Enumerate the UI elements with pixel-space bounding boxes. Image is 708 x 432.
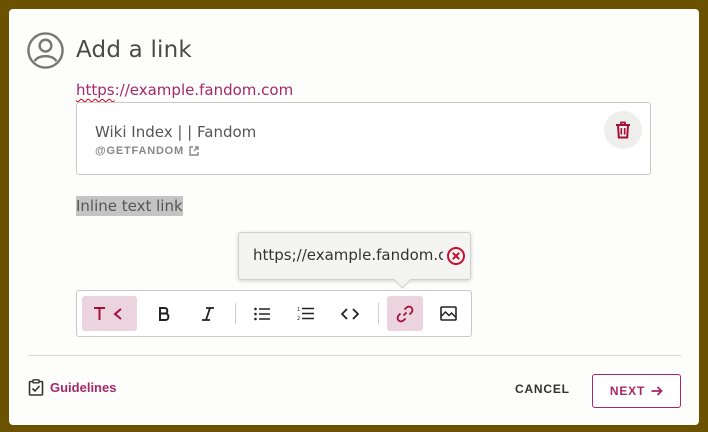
next-button[interactable]: NEXT — [592, 374, 681, 408]
svg-text:2: 2 — [297, 316, 300, 321]
url-scheme-misspelled: https — [76, 81, 115, 99]
image-button[interactable] — [431, 296, 466, 331]
code-button[interactable] — [332, 296, 367, 331]
external-link-icon[interactable] — [189, 146, 199, 156]
bulleted-list-button[interactable] — [244, 296, 279, 331]
numbered-list-icon: 1 2 — [297, 307, 314, 321]
link-url-input[interactable] — [253, 246, 443, 264]
text-style-icon — [93, 306, 122, 320]
link-icon — [396, 305, 414, 322]
clipboard-check-icon — [28, 379, 44, 396]
bold-icon — [158, 306, 169, 321]
preview-site: @GETFANDOM — [95, 145, 199, 157]
user-avatar-icon — [27, 32, 64, 69]
italic-icon — [201, 306, 214, 321]
link-button[interactable] — [387, 296, 423, 331]
clear-url-icon[interactable] — [446, 246, 466, 266]
toolbar-separator — [235, 303, 236, 324]
italic-button[interactable] — [190, 296, 225, 331]
next-label: NEXT — [609, 384, 646, 398]
bulleted-list-icon — [253, 307, 270, 320]
remove-preview-button[interactable] — [604, 111, 642, 149]
trash-icon — [616, 121, 630, 139]
url-rest: ://example.fandom.com — [114, 81, 294, 99]
toolbar-separator — [378, 303, 379, 324]
footer-divider — [28, 355, 681, 356]
cancel-button[interactable]: CANCEL — [515, 382, 570, 396]
svg-text:1: 1 — [297, 307, 300, 313]
link-preview-card: Wiki Index | | Fandom @GETFANDOM — [76, 102, 651, 175]
formatting-toolbar: 1 2 — [76, 290, 472, 337]
preview-site-label: @GETFANDOM — [95, 145, 185, 157]
guidelines-link[interactable]: Guidelines — [28, 379, 116, 396]
preview-title: Wiki Index | | Fandom — [95, 123, 257, 141]
guidelines-label: Guidelines — [50, 380, 117, 395]
text-style-button[interactable] — [82, 296, 137, 331]
image-icon — [440, 306, 457, 321]
link-url[interactable]: https://example.fandom.com — [76, 81, 293, 99]
numbered-list-button[interactable]: 1 2 — [288, 296, 323, 331]
link-url-popover — [238, 232, 471, 280]
inline-text-link[interactable]: Inline text link — [76, 196, 183, 216]
bold-button[interactable] — [146, 296, 181, 331]
arrow-right-icon — [651, 386, 663, 396]
add-link-dialog: Add a link https://example.fandom.com Wi… — [9, 9, 699, 425]
dialog-title: Add a link — [76, 37, 192, 63]
code-icon — [340, 307, 359, 320]
